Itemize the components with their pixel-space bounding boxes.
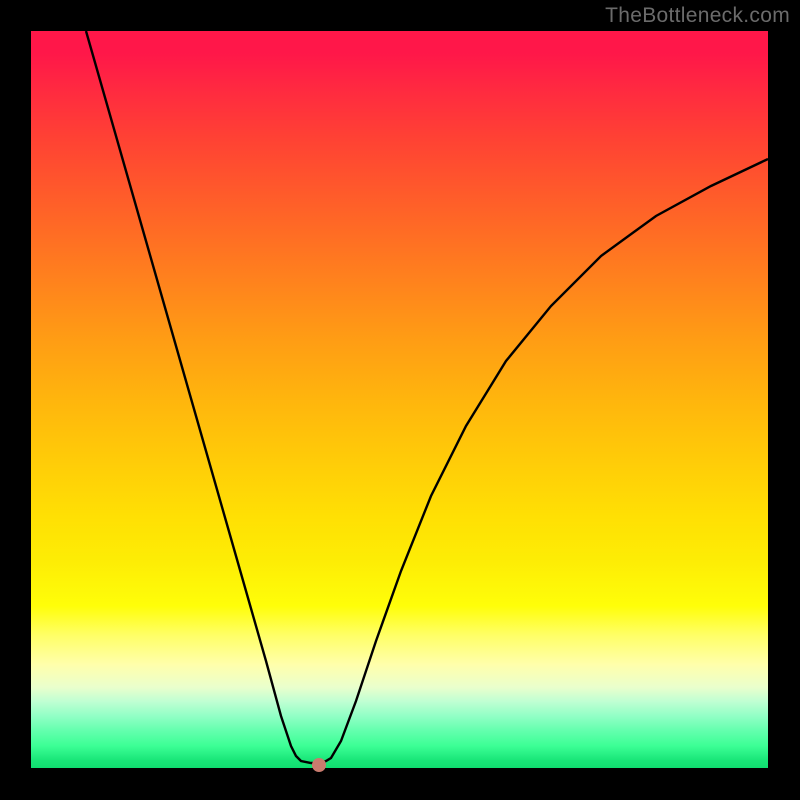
optimal-point-marker: [312, 758, 326, 772]
watermark-text: TheBottleneck.com: [605, 4, 790, 28]
gradient-plot-background: [31, 31, 768, 768]
